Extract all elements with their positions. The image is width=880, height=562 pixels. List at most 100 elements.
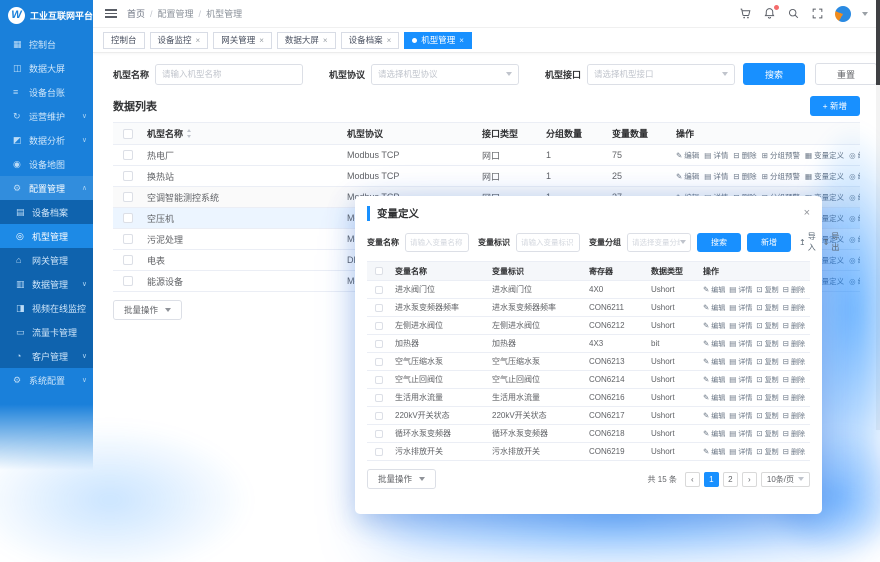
reset-button[interactable]: 重置 (815, 63, 877, 85)
delete-link[interactable]: ⊟删除 (783, 357, 805, 367)
edit-link[interactable]: ✎编辑 (703, 303, 725, 313)
modal-filter-input[interactable] (627, 233, 691, 252)
delete-link[interactable]: ⊟删除 (783, 429, 805, 439)
user-avatar[interactable] (835, 6, 851, 22)
detail-link[interactable]: ▤详情 (729, 429, 752, 439)
row-checkbox[interactable] (123, 255, 133, 265)
variable-define-link[interactable]: ▦变量定义 (805, 150, 844, 161)
filter-text-input[interactable] (162, 69, 296, 79)
sidebar-item[interactable]: ▦ 控制台 (0, 32, 93, 56)
row-checkbox[interactable] (375, 304, 383, 312)
sidebar-item[interactable]: ↻ 运营维护 ∨ (0, 104, 93, 128)
table-row[interactable]: 热电厂 Modbus TCP 网口 1 75 ✎编辑 ▤详情 ⊟删除 ⊞分组预警… (113, 145, 860, 166)
edit-link[interactable]: ✎编辑 (703, 339, 725, 349)
row-checkbox[interactable] (375, 358, 383, 366)
row-checkbox[interactable] (375, 394, 383, 402)
delete-link[interactable]: ⊟删除 (783, 411, 805, 421)
fullscreen-icon[interactable] (811, 7, 824, 20)
delete-link[interactable]: ⊟删除 (783, 447, 805, 457)
variable-row[interactable]: 生活用水流量 生活用水流量 CON6216 Ushort ✎编辑 ▤详情 ⊡复制… (367, 389, 810, 407)
tab-close-icon[interactable]: × (259, 36, 264, 45)
edit-link[interactable]: ✎编辑 (703, 357, 725, 367)
sidebar-subitem[interactable]: ▥ 数据管理 ∨ (0, 272, 93, 296)
sidebar-item[interactable]: ◩ 数据分析 ∨ (0, 128, 93, 152)
variable-row[interactable]: 进水阀门位 进水阀门位 4X0 Ushort ✎编辑 ▤详情 ⊡复制 ⊟删除 (367, 281, 810, 299)
variable-row[interactable]: 加热器 加热器 4X3 bit ✎编辑 ▤详情 ⊡复制 ⊟删除 (367, 335, 810, 353)
row-checkbox[interactable] (123, 171, 133, 181)
modal-add-button[interactable]: 新增 (747, 233, 791, 252)
nav-tab[interactable]: 数据大屏 × (277, 32, 336, 49)
scrollbar-thumb[interactable] (876, 0, 880, 85)
sidebar-toggle-icon[interactable] (105, 9, 117, 18)
table-row[interactable]: 换热站 Modbus TCP 网口 1 25 ✎编辑 ▤详情 ⊟删除 ⊞分组预警… (113, 166, 860, 187)
filter-input[interactable] (371, 64, 519, 85)
search-button[interactable]: 搜索 (743, 63, 805, 85)
copy-link[interactable]: ⊡复制 (756, 447, 778, 457)
scada-define-link[interactable]: ◎组态定义 (849, 150, 860, 161)
nav-tab[interactable]: 设备档案 × (341, 32, 400, 49)
variable-row[interactable]: 220kV开关状态 220kV开关状态 CON6217 Ushort ✎编辑 ▤… (367, 407, 810, 425)
detail-link[interactable]: ▤详情 (729, 321, 752, 331)
edit-link[interactable]: ✎编辑 (703, 411, 725, 421)
detail-link[interactable]: ▤详情 (729, 357, 752, 367)
detail-link[interactable]: ▤详情 (729, 447, 752, 457)
page-button[interactable]: 2 (723, 472, 738, 487)
scada-define-link[interactable]: ◎组态定义 (849, 171, 860, 182)
scada-define-link[interactable]: ◎组态定义 (849, 192, 860, 203)
copy-link[interactable]: ⊡复制 (756, 357, 778, 367)
copy-link[interactable]: ⊡复制 (756, 375, 778, 385)
scada-define-link[interactable]: ◎组态定义 (849, 213, 860, 224)
detail-link[interactable]: ▤详情 (729, 303, 752, 313)
page-size-select[interactable]: 10条/页 (761, 472, 810, 487)
prev-page-button[interactable]: ‹ (685, 472, 700, 487)
modal-select-all-checkbox[interactable] (375, 267, 383, 275)
export-link[interactable]: ↧导出 (823, 231, 840, 253)
modal-batch-operation-button[interactable]: 批量操作 (367, 469, 436, 489)
nav-tab[interactable]: 网关管理 × (213, 32, 272, 49)
delete-link[interactable]: ⊟删除 (783, 285, 805, 295)
import-link[interactable]: ↥导入 (799, 231, 816, 253)
copy-link[interactable]: ⊡复制 (756, 285, 778, 295)
variable-row[interactable]: 进水泵变频器频率 进水泵变频器频率 CON6211 Ushort ✎编辑 ▤详情… (367, 299, 810, 317)
scada-define-link[interactable]: ◎组态定义 (849, 234, 860, 245)
sidebar-item[interactable]: ≡ 设备台账 (0, 80, 93, 104)
sidebar-item[interactable]: ⚙ 配置管理 ∧ (0, 176, 93, 200)
modal-filter-text-input[interactable] (410, 238, 464, 247)
edit-link[interactable]: ✎编辑 (703, 321, 725, 331)
edit-link[interactable]: ✎编辑 (676, 150, 699, 161)
variable-row[interactable]: 循环水泵变频器 循环水泵变频器 CON6218 Ushort ✎编辑 ▤详情 ⊡… (367, 425, 810, 443)
delete-link[interactable]: ⊟删除 (733, 171, 756, 182)
row-checkbox[interactable] (375, 430, 383, 438)
detail-link[interactable]: ▤详情 (704, 150, 728, 161)
row-checkbox[interactable] (123, 234, 133, 244)
delete-link[interactable]: ⊟删除 (783, 393, 805, 403)
sidebar-item[interactable]: ◫ 数据大屏 (0, 56, 93, 80)
copy-link[interactable]: ⊡复制 (756, 429, 778, 439)
row-checkbox[interactable] (375, 412, 383, 420)
user-menu-caret-icon[interactable] (862, 12, 868, 16)
tab-close-icon[interactable]: × (387, 36, 392, 45)
detail-link[interactable]: ▤详情 (729, 393, 752, 403)
sidebar-item[interactable]: ⚙ 系统配置 ∨ (0, 368, 93, 392)
nav-tab[interactable]: 控制台 (103, 32, 145, 49)
tab-close-icon[interactable]: × (323, 36, 328, 45)
variable-row[interactable]: 空气止回阀位 空气止回阀位 CON6214 Ushort ✎编辑 ▤详情 ⊡复制… (367, 371, 810, 389)
tab-close-icon[interactable]: × (196, 36, 201, 45)
copy-link[interactable]: ⊡复制 (756, 411, 778, 421)
breadcrumb-item[interactable]: 首页 (127, 7, 145, 20)
variable-row[interactable]: 左侧进水阀位 左侧进水阀位 CON6212 Ushort ✎编辑 ▤详情 ⊡复制… (367, 317, 810, 335)
filter-text-input[interactable] (378, 69, 506, 79)
delete-link[interactable]: ⊟删除 (783, 303, 805, 313)
sidebar-subitem[interactable]: ◔ 客户管理 ∨ (0, 344, 93, 368)
detail-link[interactable]: ▤详情 (729, 339, 752, 349)
delete-link[interactable]: ⊟删除 (783, 339, 805, 349)
row-checkbox[interactable] (123, 276, 133, 286)
cart-icon[interactable] (739, 7, 752, 20)
batch-operation-button[interactable]: 批量操作 (113, 300, 182, 320)
search-icon[interactable] (787, 7, 800, 20)
tab-close-icon[interactable]: × (459, 36, 464, 45)
modal-filter-input[interactable] (516, 233, 580, 252)
edit-link[interactable]: ✎编辑 (703, 375, 725, 385)
scada-define-link[interactable]: ◎组态定义 (849, 276, 860, 287)
row-checkbox[interactable] (375, 286, 383, 294)
